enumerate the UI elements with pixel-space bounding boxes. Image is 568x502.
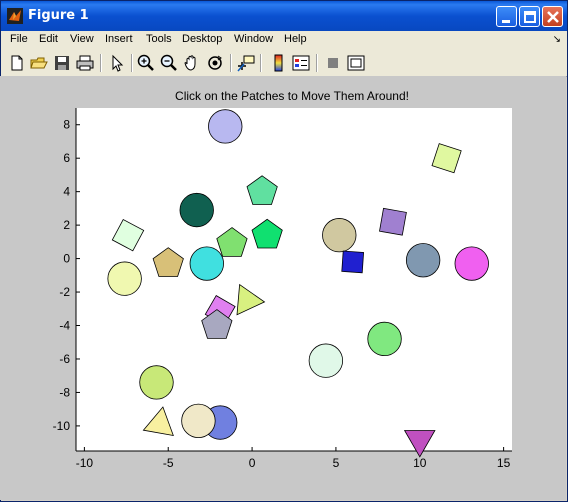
patch-circle[interactable] — [208, 109, 243, 144]
patch-circle[interactable] — [367, 321, 402, 357]
x-tick-label: -5 — [163, 456, 174, 470]
y-tick-label: 4 — [63, 185, 70, 199]
patch-circle[interactable] — [189, 246, 224, 281]
y-tick-label: 8 — [63, 118, 70, 132]
patch-circle[interactable] — [139, 365, 174, 400]
y-tick-label: -10 — [53, 419, 71, 433]
patch-circle[interactable] — [179, 192, 214, 228]
patch-circle[interactable] — [107, 261, 142, 296]
patch-circle[interactable] — [322, 218, 357, 253]
patch-square[interactable] — [341, 250, 365, 274]
x-tick-label: 5 — [333, 456, 340, 470]
y-tick-label: 2 — [63, 218, 70, 232]
patch-circle[interactable] — [308, 343, 344, 378]
patch-circle[interactable] — [181, 403, 216, 439]
y-tick-label: -8 — [59, 385, 70, 399]
axes[interactable]: -10 -5 0 5 10 15 -10 -8 -6 -4 -2 0 2 4 6 8 — [0, 0, 568, 502]
patch-circle[interactable] — [454, 246, 489, 281]
patch-square[interactable] — [379, 207, 407, 236]
x-tick-label: 0 — [249, 456, 256, 470]
y-tick-label: -2 — [59, 285, 70, 299]
x-tick-label: 15 — [497, 456, 511, 470]
y-tick-label: -4 — [59, 319, 70, 333]
y-tick-label: 0 — [63, 252, 70, 266]
patch-circle[interactable] — [405, 243, 441, 278]
x-tick-label: 10 — [413, 456, 427, 470]
x-tick-label: -10 — [76, 456, 94, 470]
y-tick-label: 6 — [63, 151, 70, 165]
y-tick-label: -6 — [59, 352, 70, 366]
